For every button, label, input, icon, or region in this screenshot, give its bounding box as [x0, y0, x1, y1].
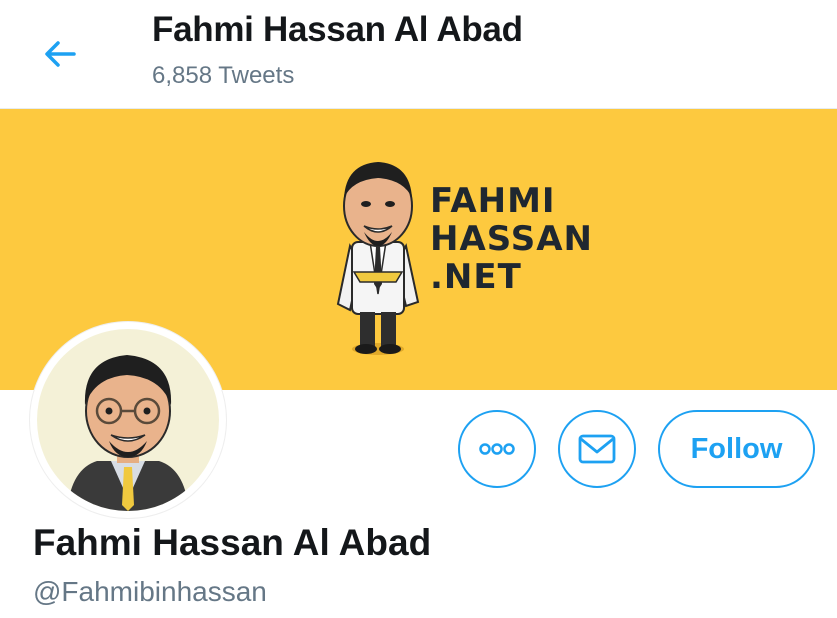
- profile-header: Fahmi Hassan Al Abad 6,858 Tweets: [0, 0, 837, 109]
- more-options-button[interactable]: [458, 410, 536, 488]
- envelope-icon: [578, 434, 616, 464]
- logo-line: HASSAN: [430, 219, 593, 259]
- back-button[interactable]: [40, 34, 80, 74]
- avatar-image: [37, 329, 219, 511]
- logo-line: FAHMI: [430, 181, 556, 221]
- banner-logo: FAHMI HASSAN .NET: [330, 154, 593, 359]
- tweet-count: 6,858 Tweets: [152, 62, 295, 89]
- more-options-icon: [479, 443, 515, 455]
- logo-wordmark: FAHMI HASSAN .NET: [430, 182, 593, 296]
- profile-handle: @Fahmibinhassan: [33, 576, 267, 607]
- arrow-left-icon: [45, 41, 76, 67]
- header-title: Fahmi Hassan Al Abad: [152, 10, 523, 49]
- message-button[interactable]: [558, 410, 636, 488]
- logo-line: .NET: [430, 257, 522, 297]
- avatar-cartoon-icon: [67, 355, 189, 511]
- profile-name: Fahmi Hassan Al Abad: [33, 522, 432, 563]
- follow-button[interactable]: Follow: [658, 410, 815, 488]
- profile-avatar[interactable]: [30, 322, 226, 518]
- cartoon-figure-icon: [336, 162, 420, 355]
